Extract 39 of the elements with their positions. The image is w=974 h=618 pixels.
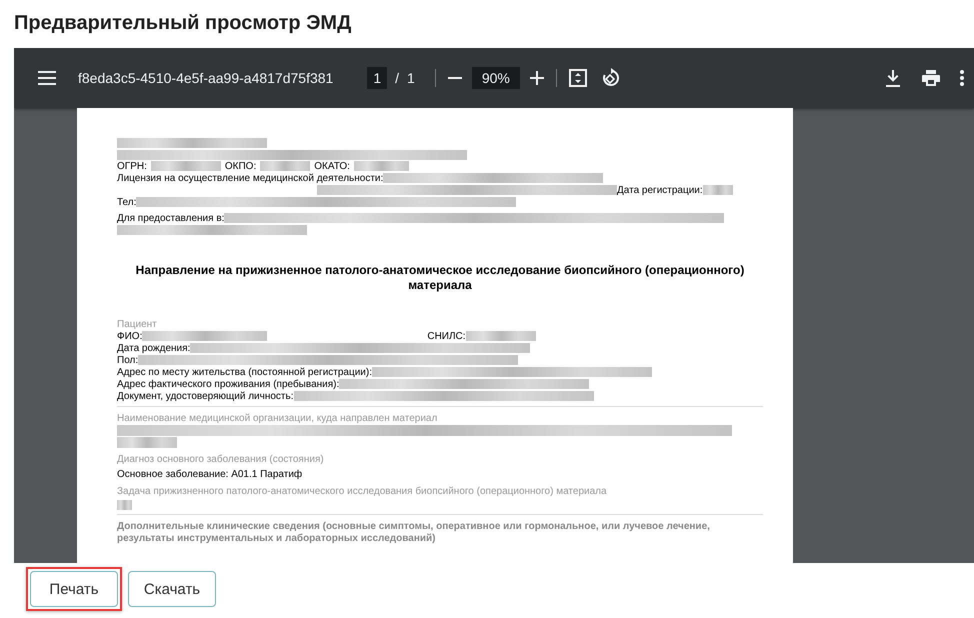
file-name: f8eda3c5-4510-4e5f-aa99-a4817d75f381 (78, 70, 334, 86)
menu-icon[interactable] (38, 71, 56, 85)
rotate-icon[interactable] (600, 68, 621, 88)
page-separator: / (395, 70, 400, 86)
zoom-in-icon[interactable] (530, 71, 544, 85)
page-number-field[interactable]: 1 (367, 67, 388, 89)
fit-page-icon[interactable] (568, 69, 587, 87)
section-label: Наименование медицинской организации, куда направлен материал (117, 413, 438, 424)
field-label: Адрес фактического проживания (пребывания): (117, 378, 340, 390)
field-label: Для предоставления в: (117, 212, 224, 224)
redaction-block (466, 331, 536, 341)
section-label: Пациент (117, 319, 158, 330)
redaction-block (117, 500, 132, 510)
field-label: Документ, удостоверяющий личность: (117, 390, 294, 402)
redaction-block (702, 185, 733, 195)
section-heading: Дополнительные клинические сведения (основные симптомы, оперативное или гормональное, или лучевое лечение, результаты инструментальных и лабораторных исследований) (117, 521, 711, 545)
page-count: 1 (407, 70, 415, 86)
field-label: ОГРН: (117, 160, 147, 172)
field-label: Пол: (117, 354, 138, 366)
document-heading: Направление на прижизненное патолого-анатомическое исследование биопсийного (операционного) материала (134, 263, 746, 293)
field-label: Адрес по месту жительства (постоянной регистрации): (117, 366, 372, 378)
section-label: Диагноз основного заболевания (состояния) (117, 454, 325, 465)
field-label: Лицензия на осуществление медицинской деятельности: (117, 172, 384, 184)
field-label: ОКПО: (224, 160, 256, 172)
print-icon[interactable] (922, 70, 940, 86)
field-label: Дата рождения: (117, 342, 190, 354)
more-icon[interactable] (960, 70, 964, 86)
field-label: Дата регистрации: (617, 184, 703, 196)
field-label: ОКАТО: (314, 160, 350, 172)
zoom-field[interactable]: 90% (472, 67, 520, 89)
section-label: Задача прижизненного патолого-анатомического исследования биопсийного (операционного) материала (117, 486, 608, 497)
field-value: Основное заболевание: A01.1 Паратиф (117, 469, 304, 480)
field-label: Тел: (117, 196, 136, 208)
print-button[interactable]: Печать (30, 571, 118, 607)
download-button[interactable]: Скачать (128, 571, 216, 607)
field-label: СНИЛС: (427, 330, 466, 342)
download-icon[interactable] (886, 70, 900, 86)
dialog-title: Предварительный просмотр ЭМД (14, 12, 352, 36)
field-label: ФИО: (117, 330, 142, 342)
